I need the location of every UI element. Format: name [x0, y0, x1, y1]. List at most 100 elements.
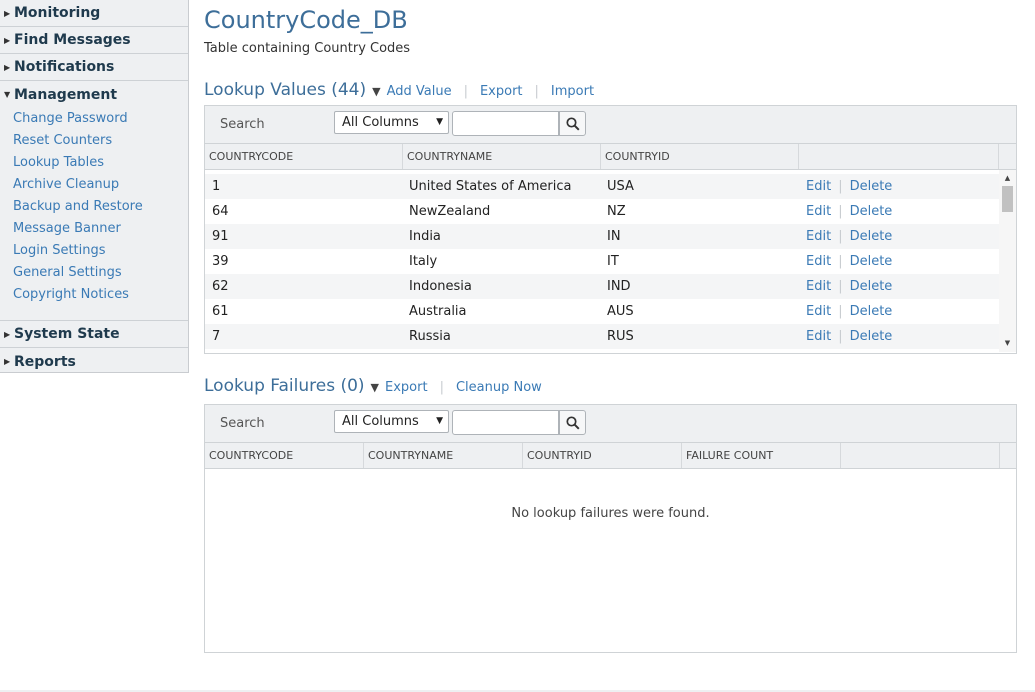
edit-link[interactable]: Edit — [806, 329, 831, 344]
scroll-up-arrow-icon[interactable]: ▲ — [999, 171, 1016, 185]
column-header-actions — [799, 144, 999, 169]
edit-link[interactable]: Edit — [806, 229, 831, 244]
link-divider: | — [838, 279, 843, 294]
caret-right-icon: ▶ — [4, 357, 11, 366]
edit-link[interactable]: Edit — [806, 204, 831, 219]
cell-countryname: Australia — [409, 304, 467, 319]
search-button[interactable] — [559, 410, 586, 435]
nav-section-system-state[interactable]: ▶ System State — [0, 321, 188, 348]
add-value-link[interactable]: Add Value — [387, 84, 452, 99]
cell-countrycode: 1 — [212, 179, 221, 194]
column-select[interactable]: All Columns ▼ — [334, 111, 449, 134]
column-header-countryid[interactable]: COUNTRYID — [523, 443, 682, 468]
link-divider: | — [838, 179, 843, 194]
search-input[interactable] — [452, 111, 559, 136]
edit-link[interactable]: Edit — [806, 179, 831, 194]
sidebar-item-message-banner[interactable]: Message Banner — [0, 218, 188, 240]
caret-down-icon[interactable]: ▼ — [371, 381, 379, 394]
column-header-countrycode[interactable]: COUNTRYCODE — [205, 443, 364, 468]
export-link[interactable]: Export — [385, 380, 428, 395]
delete-link[interactable]: Delete — [850, 229, 893, 244]
column-header-actions — [841, 443, 1000, 468]
row-actions: Edit | Delete — [806, 274, 892, 299]
scroll-down-arrow-icon[interactable]: ▼ — [999, 336, 1016, 350]
nav-section-notifications[interactable]: ▶ Notifications — [0, 54, 188, 81]
nav-section-label: Find Messages — [14, 32, 131, 48]
search-button[interactable] — [559, 111, 586, 136]
search-label: Search — [220, 416, 265, 431]
link-divider: | — [463, 84, 468, 99]
cell-countryname: India — [409, 229, 441, 244]
link-divider: | — [439, 380, 444, 395]
link-divider: | — [838, 304, 843, 319]
vertical-scrollbar[interactable]: ▲ ▼ — [999, 170, 1016, 352]
nav-section-management[interactable]: ▼ Management — [0, 81, 188, 108]
row-actions: Edit | Delete — [806, 224, 892, 249]
sidebar-item-backup-and-restore[interactable]: Backup and Restore — [0, 196, 188, 218]
search-icon — [566, 117, 580, 131]
caret-right-icon: ▶ — [4, 35, 11, 45]
sidebar-item-lookup-tables[interactable]: Lookup Tables — [0, 152, 188, 174]
column-header-countryid[interactable]: COUNTRYID — [601, 144, 799, 169]
search-icon — [566, 416, 580, 430]
sidebar-item-change-password[interactable]: Change Password — [0, 108, 188, 130]
column-select-value: All Columns — [342, 115, 419, 130]
lookup-values-title: Lookup Values (44) — [204, 80, 367, 100]
delete-link[interactable]: Delete — [850, 304, 893, 319]
nav-section-label: Monitoring — [14, 5, 101, 21]
table-row: 7 Russia RUS Edit | Delete — [205, 324, 1016, 349]
edit-link[interactable]: Edit — [806, 254, 831, 269]
sidebar-item-copyright-notices[interactable]: Copyright Notices — [0, 284, 188, 306]
cleanup-now-link[interactable]: Cleanup Now — [456, 380, 542, 395]
column-header-countryname[interactable]: COUNTRYNAME — [403, 144, 601, 169]
cell-countrycode: 64 — [212, 204, 229, 219]
caret-down-icon: ▼ — [4, 90, 11, 99]
lookup-values-header: Lookup Values (44) ▼ Add Value | Export … — [204, 80, 594, 100]
column-header-failure-count[interactable]: FAILURE COUNT — [682, 443, 841, 468]
table-row: 61 Australia AUS Edit | Delete — [205, 299, 1016, 324]
sidebar-item-login-settings[interactable]: Login Settings — [0, 240, 188, 262]
scrollbar-thumb[interactable] — [1002, 186, 1013, 212]
import-link[interactable]: Import — [551, 84, 594, 99]
nav-group-management: ▼ Management Change Password Reset Count… — [0, 81, 188, 321]
sidebar-item-reset-counters[interactable]: Reset Counters — [0, 130, 188, 152]
cell-countryname: NewZealand — [409, 204, 491, 219]
nav-section-label: Management — [14, 86, 118, 103]
export-link[interactable]: Export — [480, 84, 523, 99]
cell-countryid: IND — [607, 279, 631, 294]
caret-right-icon: ▶ — [4, 329, 11, 339]
empty-state-message: No lookup failures were found. — [511, 506, 710, 521]
edit-link[interactable]: Edit — [806, 304, 831, 319]
column-header-countrycode[interactable]: COUNTRYCODE — [205, 144, 403, 169]
row-actions: Edit | Delete — [806, 174, 892, 199]
caret-down-icon[interactable]: ▼ — [372, 85, 380, 98]
row-actions: Edit | Delete — [806, 299, 892, 324]
table-header: COUNTRYCODE COUNTRYNAME COUNTRYID FAILUR… — [205, 443, 1016, 469]
link-divider: | — [838, 229, 843, 244]
cell-countryid: RUS — [607, 329, 634, 344]
nav-section-label: System State — [14, 326, 120, 342]
nav-section-find-messages[interactable]: ▶ Find Messages — [0, 27, 188, 54]
row-actions: Edit | Delete — [806, 249, 892, 274]
delete-link[interactable]: Delete — [850, 329, 893, 344]
search-input[interactable] — [452, 410, 559, 435]
nav-section-monitoring[interactable]: ▶ Monitoring — [0, 0, 188, 27]
delete-link[interactable]: Delete — [850, 279, 893, 294]
table-row: 62 Indonesia IND Edit | Delete — [205, 274, 1016, 299]
lookup-failures-title: Lookup Failures (0) — [204, 376, 365, 396]
edit-link[interactable]: Edit — [806, 279, 831, 294]
delete-link[interactable]: Delete — [850, 254, 893, 269]
column-header-countryname[interactable]: COUNTRYNAME — [364, 443, 523, 468]
sidebar-item-general-settings[interactable]: General Settings — [0, 262, 188, 284]
search-bar: Search All Columns ▼ — [205, 405, 1016, 443]
nav-section-reports[interactable]: ▶ Reports — [0, 348, 188, 375]
sidebar-item-archive-cleanup[interactable]: Archive Cleanup — [0, 174, 188, 196]
cell-countrycode: 7 — [212, 329, 221, 344]
sidebar: ▶ Monitoring ▶ Find Messages ▶ Notificat… — [0, 0, 189, 373]
delete-link[interactable]: Delete — [850, 204, 893, 219]
delete-link[interactable]: Delete — [850, 179, 893, 194]
cell-countryid: NZ — [607, 204, 626, 219]
cell-countrycode: 61 — [212, 304, 229, 319]
column-select[interactable]: All Columns ▼ — [334, 410, 449, 433]
row-actions: Edit | Delete — [806, 199, 892, 224]
